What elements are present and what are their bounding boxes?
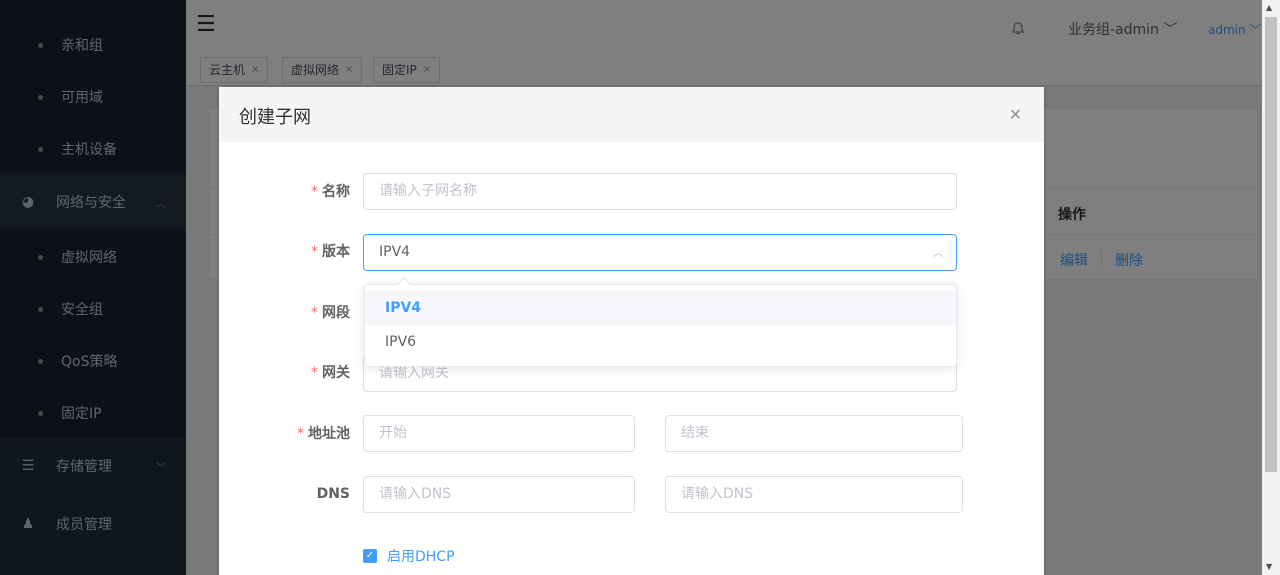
popper-arrow (396, 276, 412, 292)
name-input[interactable]: 请输入子网名称 (363, 173, 957, 210)
scrollbar-thumb[interactable] (1265, 17, 1277, 472)
version-dropdown: IPV4 IPV6 (364, 276, 957, 367)
required-mark: * (311, 184, 318, 200)
version-label: * 版本 (311, 244, 350, 260)
checkmark-icon: ✓ (363, 549, 377, 563)
chevron-up-icon: ︿ (933, 246, 944, 259)
version-option-ipv6[interactable]: IPV6 (365, 325, 956, 359)
pool-label: * 地址池 (297, 426, 350, 442)
dhcp-label: 启用DHCP (387, 549, 455, 565)
required-mark: * (311, 365, 318, 381)
close-icon[interactable]: ✕ (1009, 107, 1022, 123)
dns-input-secondary[interactable]: 请输入DNS (665, 476, 963, 513)
dns-label: DNS (316, 486, 350, 502)
version-select-value: IPV4 (379, 244, 411, 260)
segment-label: * 网段 (311, 305, 350, 321)
pool-end-input[interactable]: 结束 (665, 415, 963, 452)
vertical-scrollbar[interactable]: ▲ ▼ (1262, 0, 1280, 575)
dhcp-checkbox[interactable]: ✓ 启用DHCP (363, 546, 455, 566)
required-mark: * (311, 244, 318, 260)
dialog-header: 创建子网 ✕ (219, 87, 1044, 142)
dns-input-primary[interactable]: 请输入DNS (363, 476, 635, 513)
version-option-ipv4[interactable]: IPV4 (365, 291, 956, 325)
dialog-title: 创建子网 (239, 107, 311, 128)
pool-start-input[interactable]: 开始 (363, 415, 635, 452)
scroll-up-icon[interactable]: ▲ (1266, 3, 1272, 12)
version-select[interactable]: IPV4 ︿ (363, 234, 957, 271)
scroll-down-icon[interactable]: ▼ (1266, 562, 1272, 571)
gateway-label: * 网关 (311, 365, 350, 381)
create-subnet-dialog: 创建子网 ✕ * 名称 请输入子网名称 * 版本 IPV4 ︿ * 网段 * 网关 请输… (219, 87, 1044, 575)
required-mark: * (311, 305, 318, 321)
required-mark: * (297, 426, 304, 442)
name-label: * 名称 (311, 184, 350, 200)
